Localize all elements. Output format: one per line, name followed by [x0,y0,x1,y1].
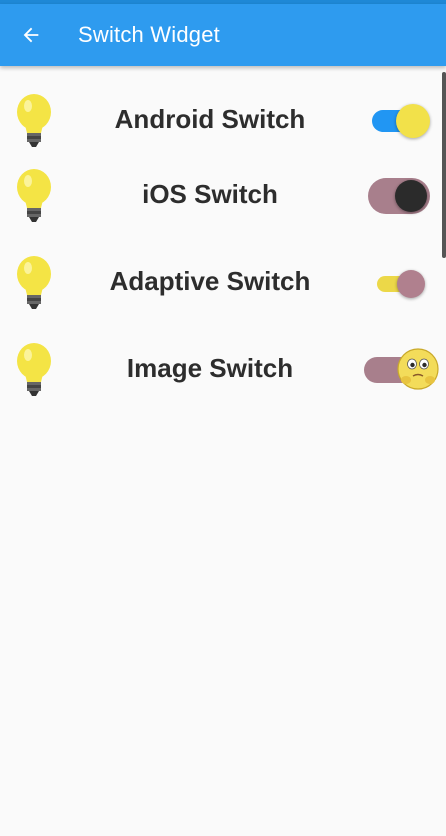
list-item-adaptive-switch: Adaptive Switch [0,254,446,312]
page-title: Switch Widget [78,22,220,47]
back-button[interactable] [0,4,62,66]
android-switch-label: Android Switch [114,104,306,134]
lightbulb-icon [17,94,51,147]
android-switch[interactable] [370,104,432,138]
arrow-back-icon [23,27,39,43]
emoji-face-icon [397,348,439,390]
ios-switch-label: iOS Switch [142,179,278,209]
lightbulb-icon [17,256,51,309]
android-switch-thumb [396,104,430,138]
ios-switch-thumb [395,180,427,212]
list-item-android-switch: Android Switch [0,92,446,150]
adaptive-switch-thumb [397,270,425,298]
lightbulb-icon [17,169,51,222]
app-bar: Switch Widget [0,4,446,66]
adaptive-switch-label: Adaptive Switch [109,266,311,296]
list-item-image-switch: Image Switch [0,341,446,399]
lightbulb-icon [17,343,51,396]
list-item-ios-switch: iOS Switch [0,167,446,225]
ios-switch[interactable] [368,178,430,214]
image-switch-label: Image Switch [126,353,294,383]
scrollbar[interactable] [442,72,446,258]
image-switch[interactable] [362,347,442,393]
adaptive-switch[interactable] [375,269,427,298]
